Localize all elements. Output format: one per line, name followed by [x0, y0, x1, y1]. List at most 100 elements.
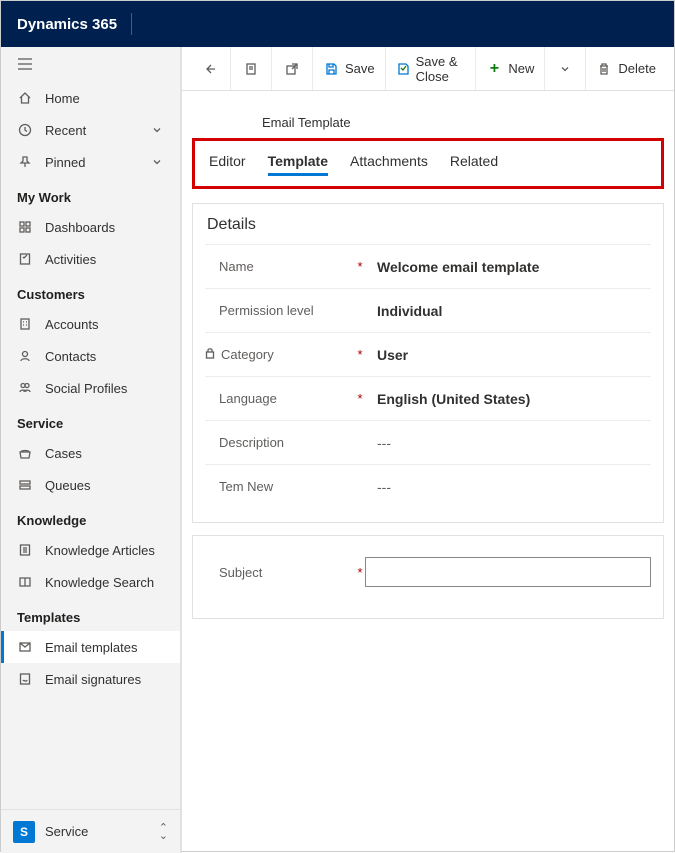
- field-row-tem-new[interactable]: Tem New ---: [205, 464, 651, 508]
- hamburger-icon: [17, 57, 33, 71]
- form-tabs: Editor Template Attachments Related: [195, 141, 661, 186]
- app-title: Dynamics 365: [17, 16, 117, 33]
- sidebar-item-label: Contacts: [45, 349, 96, 364]
- sidebar-item-email-templates[interactable]: Email templates: [1, 631, 180, 663]
- save-label: Save: [345, 61, 375, 76]
- article-icon: [17, 542, 33, 558]
- sidebar-item-dashboards[interactable]: Dashboards: [1, 211, 180, 243]
- field-label: Description: [219, 435, 284, 450]
- sidebar-item-email-signatures[interactable]: Email signatures: [1, 663, 180, 695]
- tab-related[interactable]: Related: [450, 153, 498, 176]
- sidebar-item-label: Accounts: [45, 317, 98, 332]
- popout-button[interactable]: [272, 47, 313, 90]
- field-label: Category: [221, 347, 274, 362]
- field-label: Language: [219, 391, 277, 406]
- field-value[interactable]: Individual: [365, 303, 651, 319]
- field-label: Name: [219, 259, 254, 274]
- field-label: Subject: [219, 565, 262, 580]
- save-close-button[interactable]: Save & Close: [386, 47, 477, 90]
- subject-input[interactable]: [365, 557, 651, 587]
- field-row-language[interactable]: Language * English (United States): [205, 376, 651, 420]
- activities-icon: [17, 251, 33, 267]
- command-bar: Save Save & Close + New Delete: [182, 47, 674, 91]
- sidebar-item-knowledge-search[interactable]: Knowledge Search: [1, 566, 180, 598]
- field-row-name[interactable]: Name * Welcome email template: [205, 244, 651, 288]
- details-section: Details Name * Welcome email template Pe…: [192, 203, 664, 523]
- field-row-category[interactable]: Category * User: [205, 332, 651, 376]
- sidebar-item-activities[interactable]: Activities: [1, 243, 180, 275]
- list-icon: [243, 61, 259, 77]
- record-region: Email Template Editor Template Attachmen…: [182, 91, 674, 631]
- switcher-chevrons-icon: ⌃⌄: [159, 824, 168, 840]
- clock-icon: [17, 122, 33, 138]
- sidebar-item-cases[interactable]: Cases: [1, 437, 180, 469]
- trash-icon: [596, 61, 612, 77]
- dashboard-icon: [17, 219, 33, 235]
- save-close-icon: [396, 61, 410, 77]
- field-value[interactable]: Welcome email template: [365, 259, 651, 275]
- sidebar-item-queues[interactable]: Queues: [1, 469, 180, 501]
- sidebar-item-label: Dashboards: [45, 220, 115, 235]
- open-record-set-button[interactable]: [231, 47, 272, 90]
- sidebar-item-contacts[interactable]: Contacts: [1, 340, 180, 372]
- area-switcher[interactable]: S Service ⌃⌄: [1, 809, 180, 853]
- chevron-down-icon: [152, 123, 164, 138]
- sidebar-item-pinned[interactable]: Pinned: [1, 146, 180, 178]
- sidebar-item-label: Queues: [45, 478, 91, 493]
- sidebar-group-templates: Templates: [1, 598, 180, 631]
- sidebar-item-accounts[interactable]: Accounts: [1, 308, 180, 340]
- sidebar-item-label: Email templates: [45, 640, 137, 655]
- home-icon: [17, 90, 33, 106]
- popout-icon: [284, 61, 300, 77]
- save-close-label: Save & Close: [416, 54, 466, 84]
- person-icon: [17, 348, 33, 364]
- chevron-down-icon: [152, 155, 164, 170]
- tab-template[interactable]: Template: [268, 153, 328, 176]
- field-label: Tem New: [219, 479, 273, 494]
- field-value[interactable]: ---: [365, 435, 651, 451]
- sidebar-item-recent[interactable]: Recent: [1, 114, 180, 146]
- field-value[interactable]: English (United States): [365, 391, 651, 407]
- area-badge: S: [13, 821, 35, 843]
- arrow-left-icon: [202, 61, 218, 77]
- field-row-permission[interactable]: Permission level Individual: [205, 288, 651, 332]
- field-value[interactable]: ---: [365, 479, 651, 495]
- sidebar-item-social-profiles[interactable]: Social Profiles: [1, 372, 180, 404]
- field-label: Permission level: [219, 303, 314, 318]
- sidebar-item-label: Cases: [45, 446, 82, 461]
- sidebar-item-label: Recent: [45, 123, 86, 138]
- pin-icon: [17, 154, 33, 170]
- required-marker: *: [355, 347, 365, 362]
- new-button[interactable]: + New: [476, 47, 545, 90]
- sidebar-group-mywork: My Work: [1, 178, 180, 211]
- delete-button[interactable]: Delete: [586, 47, 666, 90]
- sidebar-item-home[interactable]: Home: [1, 82, 180, 114]
- delete-label: Delete: [618, 61, 656, 76]
- header-separator: [131, 13, 132, 35]
- lock-icon: [205, 347, 217, 362]
- field-row-description[interactable]: Description ---: [205, 420, 651, 464]
- field-row-subject[interactable]: Subject *: [205, 550, 651, 594]
- tab-editor[interactable]: Editor: [209, 153, 246, 176]
- save-button[interactable]: Save: [313, 47, 386, 90]
- new-dropdown-button[interactable]: [545, 47, 586, 90]
- sidebar-item-label: Email signatures: [45, 672, 141, 687]
- content-area: Save Save & Close + New Delete Email Tem…: [181, 47, 674, 853]
- sidebar-group-service: Service: [1, 404, 180, 437]
- field-value: User: [365, 347, 651, 363]
- back-button[interactable]: [190, 47, 231, 90]
- sidebar-group-knowledge: Knowledge: [1, 501, 180, 534]
- sidebar-item-label: Social Profiles: [45, 381, 127, 396]
- queues-icon: [17, 477, 33, 493]
- required-marker: *: [355, 259, 365, 274]
- area-label: Service: [45, 824, 88, 839]
- sidebar-item-knowledge-articles[interactable]: Knowledge Articles: [1, 534, 180, 566]
- sitemap-sidebar: Home Recent Pinned My Work Dashboards Ac…: [1, 47, 181, 853]
- social-icon: [17, 380, 33, 396]
- new-label: New: [508, 61, 534, 76]
- sidebar-item-label: Knowledge Search: [45, 575, 154, 590]
- sitemap-toggle[interactable]: [1, 47, 180, 82]
- signature-icon: [17, 671, 33, 687]
- tab-attachments[interactable]: Attachments: [350, 153, 428, 176]
- required-marker: *: [355, 391, 365, 406]
